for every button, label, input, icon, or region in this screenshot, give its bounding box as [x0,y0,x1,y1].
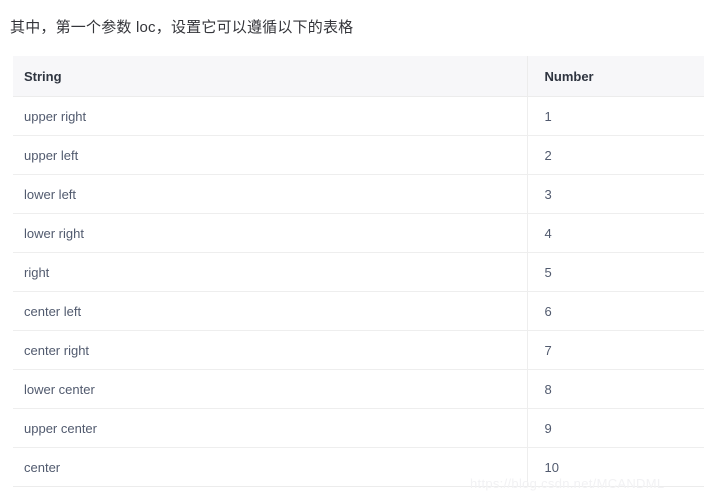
cell-string: center left [13,291,527,331]
cell-number: 4 [526,213,704,253]
column-header-number: Number [526,56,704,97]
loc-values-table: String Number upper right 1 upper left 2 low… [13,56,704,487]
table-row: center right 7 [13,330,704,370]
cell-number: 5 [526,252,704,292]
table-row: lower right 4 [13,213,704,253]
cell-string: upper right [13,96,527,136]
cell-number: 1 [526,96,704,136]
cell-string: upper left [13,135,527,175]
cell-string: lower right [13,213,527,253]
table-row: right 5 [13,252,704,292]
table-row: lower left 3 [13,174,704,214]
cell-number: 3 [526,174,704,214]
table-row: upper right 1 [13,96,704,136]
table-header-row: String Number [13,56,704,97]
watermark: https://blog.csdn.net/MCANDML [470,476,665,491]
cell-string: center right [13,330,527,370]
table-row: upper left 2 [13,135,704,175]
table-body: upper right 1 upper left 2 lower left 3 lower … [13,96,704,487]
cell-string: lower center [13,369,527,409]
cell-number: 6 [526,291,704,331]
table-row: lower center 8 [13,369,704,409]
legend-loc-table: String Number upper right 1 upper left 2 low… [13,56,704,487]
cell-number: 8 [526,369,704,409]
cell-string: lower left [13,174,527,214]
table-header: String Number [13,56,704,97]
cell-number: 9 [526,408,704,448]
table-row: upper center 9 [13,408,704,448]
cell-string: center [13,447,527,487]
cell-string: upper center [13,408,527,448]
cell-number: 2 [526,135,704,175]
cell-string: right [13,252,527,292]
cell-number: 7 [526,330,704,370]
table-row: center left 6 [13,291,704,331]
intro-paragraph: 其中，第一个参数 loc，设置它可以遵循以下的表格 [10,19,354,36]
column-header-string: String [13,56,527,97]
